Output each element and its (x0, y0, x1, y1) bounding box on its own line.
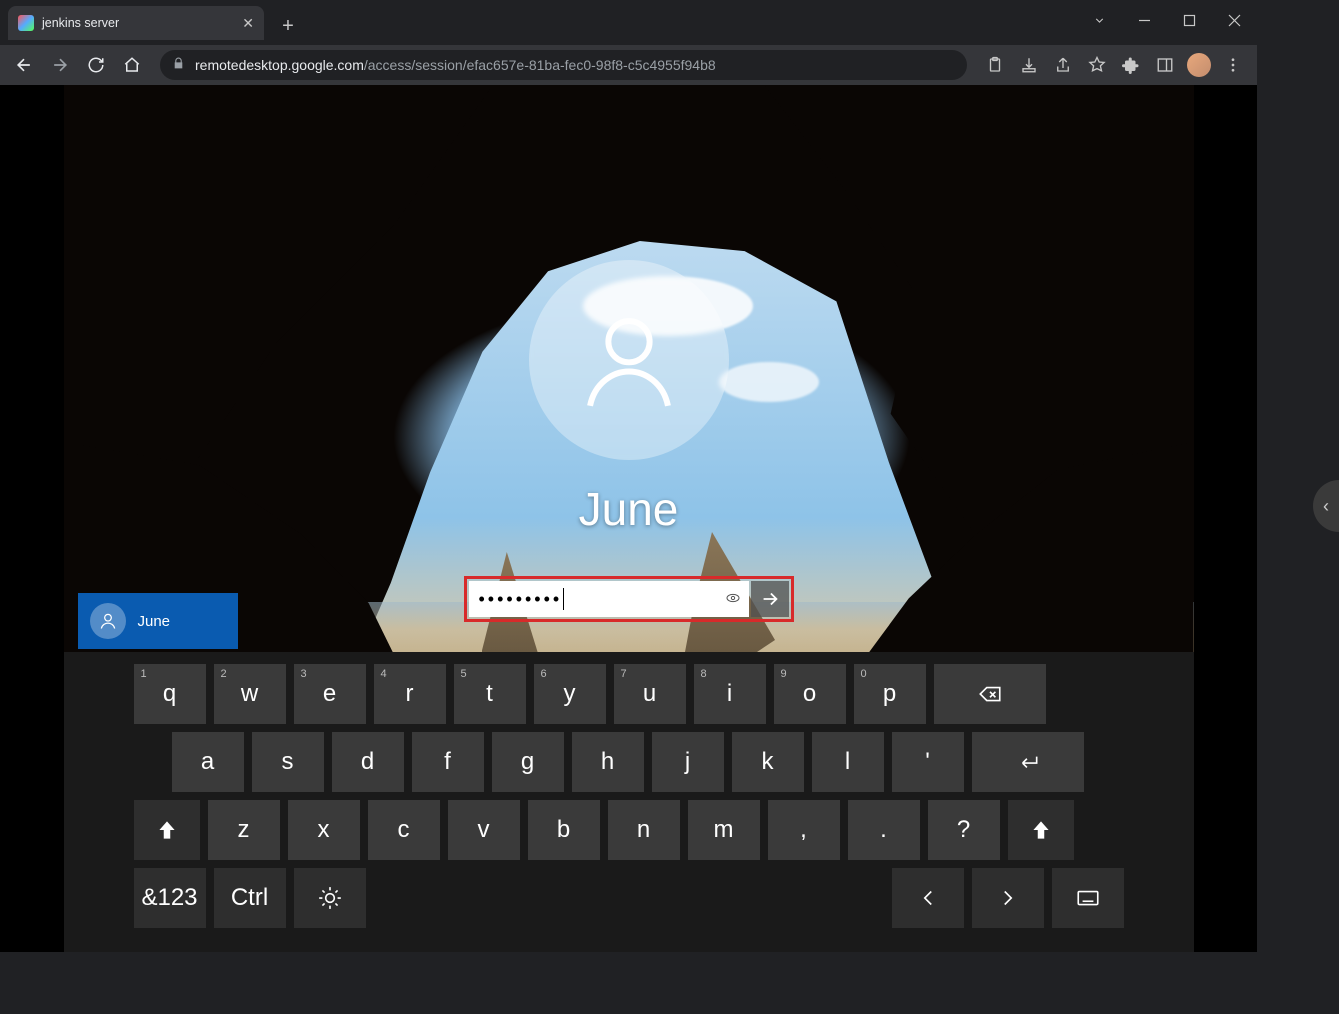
profile-avatar[interactable] (1183, 49, 1215, 81)
password-masked-value: ••••••••• (479, 589, 563, 610)
tab-close-icon[interactable]: ✕ (242, 15, 254, 32)
key-'[interactable]: ' (892, 732, 964, 792)
key-i[interactable]: 8i (694, 664, 766, 724)
key-n[interactable]: n (608, 800, 680, 860)
key-z[interactable]: z (208, 800, 280, 860)
key-arrow-right[interactable] (972, 868, 1044, 928)
key-v[interactable]: v (448, 800, 520, 860)
remote-desktop-frame[interactable]: June ••••••••• June 1 (64, 85, 1194, 952)
browser-toolbar: remotedesktop.google.com/access/session/… (0, 45, 1257, 85)
minimize-button[interactable] (1122, 0, 1167, 40)
key-brightness[interactable] (294, 868, 366, 928)
key-shift-right[interactable] (1008, 800, 1074, 860)
maximize-button[interactable] (1167, 0, 1212, 40)
onscreen-keyboard: 1q2w3e4r5t6y7u8i9o0p asdfghjkl' zxcvbnm,… (64, 652, 1194, 952)
key-arrow-left[interactable] (892, 868, 964, 928)
share-icon[interactable] (1047, 49, 1079, 81)
key-o[interactable]: 9o (774, 664, 846, 724)
key-p[interactable]: 0p (854, 664, 926, 724)
key-t[interactable]: 5t (454, 664, 526, 724)
side-panel-handle[interactable]: ‹ (1313, 480, 1339, 532)
back-button[interactable] (8, 49, 40, 81)
key-h[interactable]: h (572, 732, 644, 792)
key-w[interactable]: 2w (214, 664, 286, 724)
key-e[interactable]: 3e (294, 664, 366, 724)
key-l[interactable]: l (812, 732, 884, 792)
key-enter[interactable] (972, 732, 1084, 792)
address-bar[interactable]: remotedesktop.google.com/access/session/… (160, 50, 967, 80)
key-backspace[interactable] (934, 664, 1046, 724)
key-y[interactable]: 6y (534, 664, 606, 724)
close-window-button[interactable] (1212, 0, 1257, 40)
bookmark-icon[interactable] (1081, 49, 1113, 81)
reveal-password-icon[interactable] (725, 590, 741, 609)
tab-favicon (18, 15, 34, 31)
reload-button[interactable] (80, 49, 112, 81)
key-u[interactable]: 7u (614, 664, 686, 724)
install-icon[interactable] (1013, 49, 1045, 81)
password-input[interactable]: ••••••••• (469, 581, 749, 617)
lock-icon (172, 57, 185, 73)
url-text: remotedesktop.google.com/access/session/… (195, 57, 716, 73)
key-q[interactable]: 1q (134, 664, 206, 724)
key-shift-left[interactable] (134, 800, 200, 860)
menu-button[interactable] (1217, 49, 1249, 81)
login-panel: June ••••••••• (464, 260, 794, 622)
key-k[interactable]: k (732, 732, 804, 792)
user-tile-name: June (138, 613, 171, 630)
forward-button[interactable] (44, 49, 76, 81)
user-avatar-large (529, 260, 729, 460)
key-period[interactable]: . (848, 800, 920, 860)
login-username: June (579, 482, 679, 536)
key-g[interactable]: g (492, 732, 564, 792)
submit-button[interactable] (751, 581, 789, 617)
new-tab-button[interactable]: + (274, 12, 302, 40)
key-x[interactable]: x (288, 800, 360, 860)
password-row: ••••••••• (464, 576, 794, 622)
titlebar: jenkins server ✕ + (0, 0, 1257, 45)
key-comma[interactable]: , (768, 800, 840, 860)
key-ctrl[interactable]: Ctrl (214, 868, 286, 928)
tab-title: jenkins server (42, 16, 119, 30)
key-d[interactable]: d (332, 732, 404, 792)
key-b[interactable]: b (528, 800, 600, 860)
key-j[interactable]: j (652, 732, 724, 792)
user-tile-avatar-icon (90, 603, 126, 639)
key-symbols[interactable]: &123 (134, 868, 206, 928)
key-r[interactable]: 4r (374, 664, 446, 724)
user-tile[interactable]: June (78, 593, 238, 649)
tab-search-button[interactable] (1077, 0, 1122, 40)
key-keyboard-toggle[interactable] (1052, 868, 1124, 928)
key-question[interactable]: ? (928, 800, 1000, 860)
key-s[interactable]: s (252, 732, 324, 792)
key-f[interactable]: f (412, 732, 484, 792)
sidepanel-icon[interactable] (1149, 49, 1181, 81)
clipboard-icon[interactable] (979, 49, 1011, 81)
home-button[interactable] (116, 49, 148, 81)
content-area: June ••••••••• June 1 (0, 85, 1257, 952)
key-a[interactable]: a (172, 732, 244, 792)
key-c[interactable]: c (368, 800, 440, 860)
extensions-icon[interactable] (1115, 49, 1147, 81)
browser-tab[interactable]: jenkins server ✕ (8, 6, 264, 40)
key-m[interactable]: m (688, 800, 760, 860)
window-controls (1077, 0, 1257, 40)
